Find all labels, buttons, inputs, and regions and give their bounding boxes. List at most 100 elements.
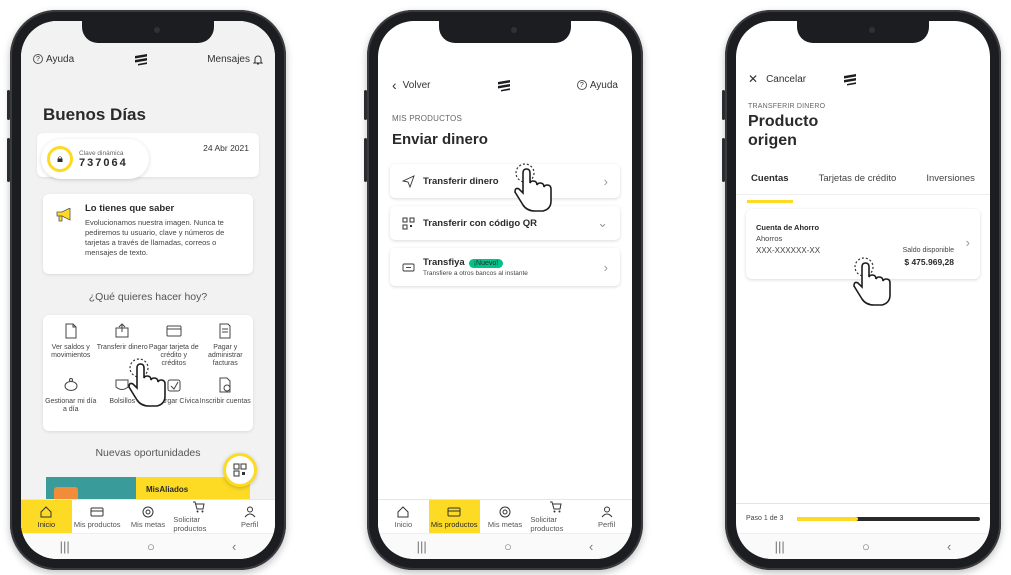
target-icon — [142, 506, 154, 517]
document-icon — [65, 323, 77, 339]
tab-label: Mis productos — [73, 519, 121, 529]
bottom-tabbar: Inicio Mis productos Mis metas Solicitar pr… — [21, 499, 275, 533]
progress-fill — [797, 516, 858, 521]
phone-send-money: ‹ Volver ? Ayuda MIS PRODUCTOS Enviar di… — [364, 10, 643, 570]
tab-mis-metas[interactable]: Mis metas — [480, 500, 531, 533]
home-button[interactable]: ○ — [147, 539, 155, 554]
dynamic-key-value: 737064 — [79, 156, 128, 169]
home-button[interactable]: ○ — [504, 539, 512, 554]
user-icon — [244, 506, 255, 517]
tab-perfil[interactable]: Perfil — [581, 500, 632, 533]
source-product-screen: ✕ Cancelar TRANSFERIR DINERO Producto or… — [736, 21, 990, 559]
side-button — [722, 138, 725, 182]
step-progress: Paso 1 de 3 — [736, 503, 990, 533]
recents-button[interactable]: ||| — [417, 539, 427, 554]
balance-label: Saldo disponible — [902, 247, 954, 254]
cancel-link[interactable]: ✕ Cancelar — [748, 71, 858, 87]
qr-button[interactable] — [223, 453, 257, 487]
tab-mis-productos[interactable]: Mis productos — [428, 500, 480, 533]
phone-home: ? Ayuda Mensajes Buenos Días 24 Abr 2021… — [7, 10, 286, 570]
side-button — [364, 90, 367, 120]
tab-label: Perfil — [241, 519, 259, 529]
notice-card[interactable]: Lo tienes que saber Evolucionamos nuestr… — [43, 194, 253, 274]
notice-title: Lo tienes que saber — [85, 203, 175, 214]
transfiya-text: Transfiya ¡Nuevo! Transfiere a otros banc… — [423, 257, 528, 277]
user-icon — [601, 506, 612, 517]
wallet-icon — [447, 507, 461, 516]
tab-inicio[interactable]: Inicio — [378, 500, 429, 533]
tab-label: Mis productos — [430, 519, 478, 529]
side-button — [7, 138, 10, 182]
messages-link[interactable]: Mensajes — [207, 54, 263, 65]
action-item[interactable]: Pagar y administrar facturas — [200, 319, 252, 373]
tab-label: Inicio — [394, 519, 413, 529]
tab-inicio[interactable]: Inicio — [21, 500, 72, 533]
tab-solicitar-productos[interactable]: Solicitar productos — [530, 500, 581, 533]
invoice-icon — [219, 323, 231, 339]
side-button — [364, 138, 367, 182]
back-button[interactable]: ‹ — [589, 539, 593, 554]
add-account-icon — [219, 377, 231, 393]
piggy-icon — [64, 378, 78, 391]
transfiya-option[interactable]: Transfiya ¡Nuevo! Transfiere a otros banc… — [390, 248, 620, 286]
notch — [439, 21, 571, 43]
tap-hand-icon — [853, 257, 891, 306]
card-icon — [166, 325, 182, 337]
page-title: Enviar dinero — [392, 131, 488, 148]
home-screen: ? Ayuda Mensajes Buenos Días 24 Abr 2021… — [21, 21, 275, 559]
system-nav: ||| ○ ‹ — [21, 533, 275, 559]
recents-button[interactable]: ||| — [775, 539, 785, 554]
tap-hand-icon — [514, 163, 552, 212]
recents-button[interactable]: ||| — [60, 539, 70, 554]
back-button[interactable]: ‹ — [947, 539, 951, 554]
dynamic-key-pill[interactable]: 🔒︎ Clave dinámica 737064 — [41, 139, 149, 179]
tab-perfil[interactable]: Perfil — [224, 500, 275, 533]
promo-label: MisAliados — [146, 485, 189, 494]
system-nav: ||| ○ ‹ — [736, 533, 990, 559]
bancolombia-logo-icon — [497, 80, 510, 92]
side-button — [722, 90, 725, 120]
send-topbar: ‹ Volver ? Ayuda — [392, 77, 618, 93]
tab-label: Solicitar productos — [173, 515, 207, 533]
question-heading: ¿Qué quieres hacer hoy? — [88, 291, 208, 303]
home-button[interactable]: ○ — [862, 539, 870, 554]
action-item[interactable]: Ver saldos y movimientos — [45, 319, 97, 373]
megaphone-icon — [56, 208, 71, 222]
tab-mis-metas[interactable]: Mis metas — [123, 500, 174, 533]
qr-icon — [233, 463, 247, 477]
tab-credit-cards[interactable]: Tarjetas de crédito — [819, 173, 897, 194]
target-icon — [499, 506, 511, 517]
action-label: Pagar y administrar facturas — [207, 344, 243, 367]
send-money-screen: ‹ Volver ? Ayuda MIS PRODUCTOS Enviar di… — [378, 21, 632, 559]
action-label: Ver saldos y movimientos — [51, 344, 91, 359]
date-label: 24 Abr 2021 — [203, 143, 249, 153]
tab-label: Mis metas — [487, 519, 523, 529]
help-link[interactable]: ? Ayuda — [33, 54, 74, 65]
back-button[interactable]: ‹ — [232, 539, 236, 554]
home-icon — [397, 505, 409, 517]
action-item[interactable]: Inscribir cuentas — [200, 373, 252, 427]
lock-icon: 🔒︎ — [47, 146, 73, 172]
cart-icon — [192, 501, 205, 513]
tab-mis-productos[interactable]: Mis productos — [72, 500, 123, 533]
option-label: Transferir con código QR — [423, 217, 538, 229]
action-item[interactable]: Gestionar mi día a día — [45, 373, 97, 427]
qr-icon — [402, 217, 415, 229]
tap-hand-icon — [128, 358, 166, 407]
notch — [797, 21, 929, 43]
dynamic-key-label: Clave dinámica — [79, 149, 124, 157]
greeting-title: Buenos Días — [43, 105, 146, 124]
section-caption: MIS PRODUCTOS — [392, 114, 463, 123]
tab-investments[interactable]: Inversiones — [926, 173, 975, 194]
account-name: Cuenta de Ahorro — [756, 223, 820, 232]
bottom-tabbar: Inicio Mis productos Mis metas Solicitar pr… — [378, 499, 632, 533]
help-link[interactable]: ? Ayuda — [576, 80, 618, 91]
back-link[interactable]: ‹ Volver — [392, 77, 430, 93]
tab-solicitar-productos[interactable]: Solicitar productos — [173, 500, 224, 533]
new-badge: ¡Nuevo! — [468, 259, 504, 268]
bancolombia-logo-icon — [134, 54, 147, 66]
progress-bar — [797, 516, 980, 521]
help-icon: ? — [576, 80, 587, 90]
tab-accounts[interactable]: Cuentas — [746, 173, 794, 203]
notch — [82, 21, 214, 43]
